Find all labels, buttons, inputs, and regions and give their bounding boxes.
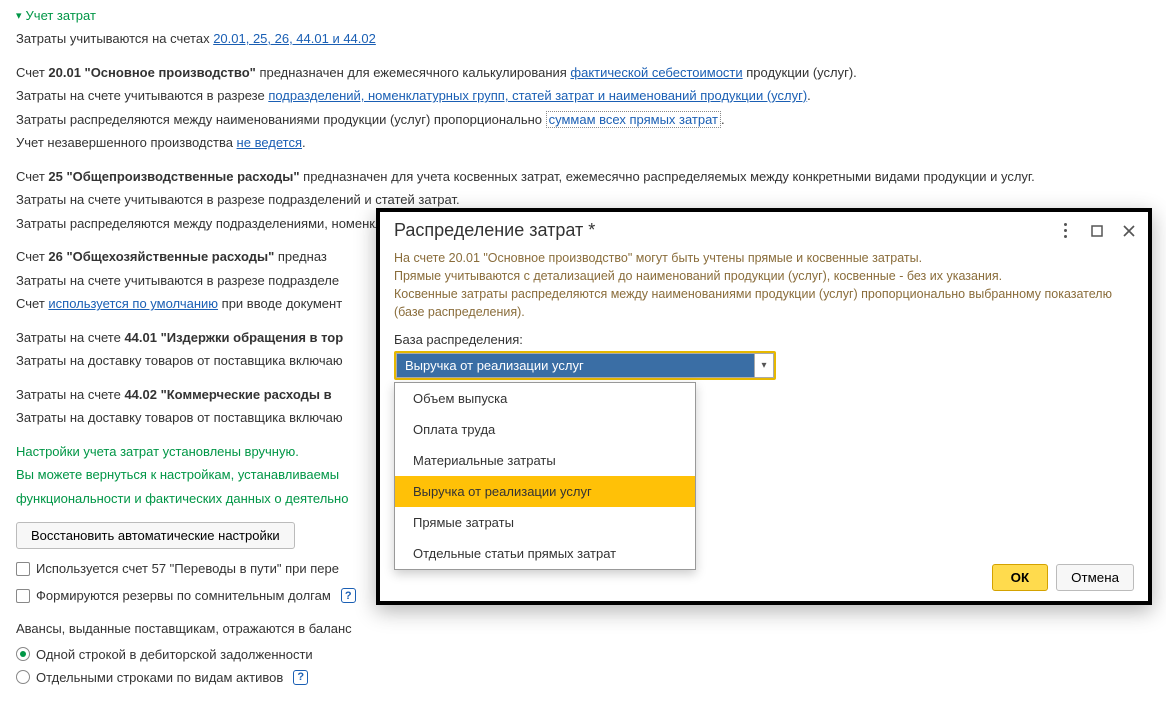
help-icon[interactable]: ? — [293, 670, 308, 685]
radio-line-single[interactable]: Одной строкой в дебиторской задолженност… — [16, 647, 1150, 662]
intro-line: Затраты учитываются на счетах 20.01, 25,… — [16, 29, 1150, 49]
advances-title: Авансы, выданные поставщикам, отражаются… — [16, 619, 1150, 639]
radio-separate-lines[interactable] — [16, 670, 30, 684]
restore-auto-settings-button[interactable]: Восстановить автоматические настройки — [16, 522, 295, 549]
distribution-base-dropdown: Объем выпуска Оплата труда Материальные … — [394, 382, 696, 570]
link-dimensions[interactable]: подразделений, номенклатурных групп, ста… — [268, 88, 807, 103]
radio-label: Одной строкой в дебиторской задолженност… — [36, 647, 313, 662]
close-icon[interactable] — [1120, 222, 1138, 240]
dialog-description: На счете 20.01 "Основное производство" м… — [394, 249, 1134, 322]
radio-line-separate[interactable]: Отдельными строками по видам активов ? — [16, 670, 1150, 685]
block-2001: Счет 20.01 "Основное производство" предн… — [16, 63, 1150, 153]
dropdown-option[interactable]: Прямые затраты — [395, 507, 695, 538]
combobox-value[interactable]: Выручка от реализации услуг — [396, 353, 754, 378]
chevron-down-icon[interactable] — [754, 353, 774, 378]
kebab-menu-icon[interactable] — [1056, 222, 1074, 240]
checkbox-reserves[interactable] — [16, 589, 30, 603]
dropdown-option-selected[interactable]: Выручка от реализации услуг — [395, 476, 695, 507]
link-base-direct-costs[interactable]: суммам всех прямых затрат — [546, 111, 721, 128]
checkbox-account-57[interactable] — [16, 562, 30, 576]
ok-button[interactable]: ОК — [992, 564, 1049, 591]
distribution-base-label: База распределения: — [394, 332, 1134, 347]
help-icon[interactable]: ? — [341, 588, 356, 603]
section-header-cost-accounting[interactable]: Учет затрат — [16, 8, 1150, 23]
checkbox-label: Формируются резервы по сомнительным долг… — [36, 588, 331, 603]
dialog-title: Распределение затрат * — [394, 220, 1056, 241]
maximize-icon[interactable] — [1088, 222, 1106, 240]
cancel-button[interactable]: Отмена — [1056, 564, 1134, 591]
link-used-by-default[interactable]: используется по умолчанию — [48, 296, 218, 311]
section-title: Учет затрат — [26, 8, 96, 23]
dropdown-option[interactable]: Оплата труда — [395, 414, 695, 445]
distribution-base-combobox[interactable]: Выручка от реализации услуг — [394, 351, 776, 380]
radio-single-line[interactable] — [16, 647, 30, 661]
cost-distribution-dialog: Распределение затрат * На счете 20.01 "О… — [376, 208, 1152, 605]
radio-label: Отдельными строками по видам активов — [36, 670, 283, 685]
accounts-link[interactable]: 20.01, 25, 26, 44.01 и 44.02 — [213, 31, 376, 46]
dropdown-option[interactable]: Отдельные статьи прямых затрат — [395, 538, 695, 569]
link-actual-cost[interactable]: фактической себестоимости — [570, 65, 742, 80]
dropdown-option[interactable]: Объем выпуска — [395, 383, 695, 414]
link-wip-not-tracked[interactable]: не ведется — [237, 135, 302, 150]
dropdown-option[interactable]: Материальные затраты — [395, 445, 695, 476]
checkbox-label: Используется счет 57 "Переводы в пути" п… — [36, 561, 339, 576]
